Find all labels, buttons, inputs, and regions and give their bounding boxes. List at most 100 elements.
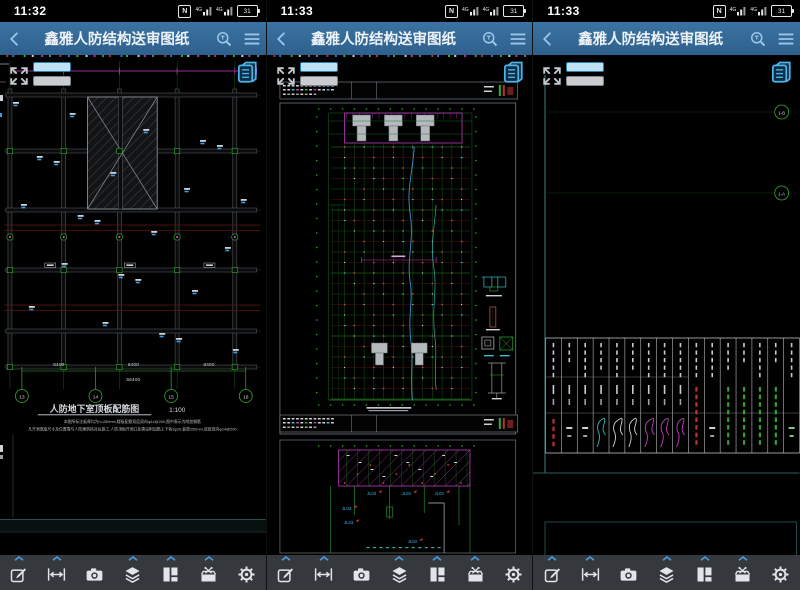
svg-text:人防地下室顶板配筋图: 人防地下室顶板配筋图 [50, 403, 139, 414]
signal-icon-sim2: 4G [750, 6, 767, 16]
inactive-sheet-bar[interactable] [566, 76, 604, 86]
settings-button[interactable] [494, 555, 532, 590]
layers-button[interactable] [114, 555, 152, 590]
detail-drawings [482, 277, 513, 399]
sheet-list-button[interactable] [233, 59, 261, 87]
layers-icon [656, 564, 677, 585]
camera-icon [84, 564, 105, 585]
svg-text:凡开洞宽度尺寸及位置需与人防建筑核对后施工,人防顶板开洞口处: 凡开洞宽度尺寸及位置需与人防建筑核对后施工,人防顶板开洞口处需设附加筋上下各2φ… [28, 426, 236, 431]
markup-button[interactable] [533, 555, 571, 590]
cad-drawing-pile-plan: JL03JL03JL03JL03JL03JL03 [267, 55, 533, 555]
blocks-icon [427, 564, 448, 585]
svg-text:14: 14 [93, 394, 99, 400]
sheet-list-button[interactable] [499, 59, 527, 87]
phone-panel-1: 11:32 N 4G 4G 31 鑫雅人防结构送审图纸 131415168400… [0, 0, 267, 590]
signal-icon-sim2: 4G [216, 6, 233, 16]
gear-icon [236, 564, 257, 585]
sheet-switcher[interactable] [33, 62, 71, 86]
measure-icon [46, 564, 67, 585]
sheet-switcher[interactable] [300, 62, 338, 86]
cad-drawing-roof-rebar-plan: 13 14 15 16 8400 8400 8400 56400 人防地下室顶板配筋图 1:100… [0, 55, 266, 555]
back-button[interactable] [267, 22, 297, 55]
toolbox-icon [732, 564, 753, 585]
status-bar: 11:33 N 4G 4G 31 [533, 0, 800, 22]
layout-button[interactable] [686, 555, 724, 590]
status-bar: 11:33 N 4G 4G 31 [267, 0, 533, 22]
signal-icon-sim1: 4G [195, 6, 212, 16]
svg-text:本图所标注板厚均为h=250mm,楼板配筋双层双向φ14@2: 本图所标注板厚均为h=250mm,楼板配筋双层双向φ14@200,图中表示为附加… [64, 419, 201, 424]
svg-text:1-B: 1-B [779, 110, 786, 115]
markup-button[interactable] [0, 555, 38, 590]
measure-button[interactable] [38, 555, 76, 590]
active-sheet-bar[interactable] [566, 62, 604, 72]
signal-icon-sim1: 4G [462, 6, 479, 16]
svg-text:8400: 8400 [203, 362, 214, 368]
toolbox-button[interactable] [190, 555, 228, 590]
phone-panel-3: 11:33 N 4G 4G 31 鑫雅人防结构送审图纸 1-B1-A [533, 0, 800, 590]
markup-button[interactable] [267, 555, 305, 590]
pencil-square-icon [8, 564, 29, 585]
navigation-bar: 鑫雅人防结构送审图纸 [267, 22, 533, 55]
bottom-toolbar [0, 555, 266, 590]
fullscreen-button[interactable] [275, 65, 297, 87]
svg-text:56400: 56400 [126, 377, 140, 383]
fullscreen-button[interactable] [8, 65, 30, 87]
battery-icon: 31 [503, 5, 524, 17]
svg-text:15: 15 [168, 394, 174, 400]
toolbox-button[interactable] [456, 555, 494, 590]
active-sheet-bar[interactable] [300, 62, 338, 72]
snapshot-button[interactable] [610, 555, 648, 590]
toolbox-button[interactable] [724, 555, 762, 590]
svg-text:13: 13 [19, 394, 25, 400]
active-sheet-bar[interactable] [33, 62, 71, 72]
battery-icon: 31 [237, 5, 258, 17]
drawing-canvas-2[interactable]: JL03JL03JL03JL03JL03JL03 [267, 55, 533, 555]
measure-icon [580, 564, 601, 585]
layout-button[interactable] [152, 555, 190, 590]
blocks-icon [694, 564, 715, 585]
fullscreen-button[interactable] [541, 65, 563, 87]
sheet-list-button[interactable] [767, 59, 795, 87]
settings-button[interactable] [228, 555, 266, 590]
inactive-sheet-bar[interactable] [33, 76, 71, 86]
navigation-bar: 鑫雅人防结构送审图纸 [533, 22, 800, 55]
svg-text:16: 16 [243, 394, 249, 400]
nfc-icon: N [713, 5, 726, 18]
svg-text:1:100: 1:100 [169, 407, 186, 414]
measure-icon [313, 564, 334, 585]
pencil-square-icon [542, 564, 563, 585]
drawing-canvas-1[interactable]: 13 14 15 16 8400 8400 8400 56400 人防地下室顶板配筋图 1:100… [0, 55, 266, 555]
search-icon[interactable] [476, 22, 504, 55]
svg-text:8400: 8400 [53, 362, 64, 368]
menu-icon[interactable] [238, 22, 266, 55]
layers-button[interactable] [381, 555, 419, 590]
svg-text:JL03: JL03 [342, 506, 352, 511]
snapshot-button[interactable] [76, 555, 114, 590]
clock: 11:33 [541, 4, 580, 18]
svg-text:JL03: JL03 [434, 491, 444, 496]
snapshot-button[interactable] [343, 555, 381, 590]
inactive-sheet-bar[interactable] [300, 76, 338, 86]
battery-icon: 31 [771, 5, 792, 17]
menu-icon[interactable] [504, 22, 532, 55]
settings-button[interactable] [762, 555, 800, 590]
drawing-canvas-3[interactable]: 1-B1-A [533, 55, 800, 555]
sheet-switcher[interactable] [566, 62, 604, 86]
layers-button[interactable] [648, 555, 686, 590]
blocks-icon [160, 564, 181, 585]
layout-button[interactable] [418, 555, 456, 590]
back-button[interactable] [533, 22, 563, 55]
page-title: 鑫雅人防结构送审图纸 [567, 28, 734, 49]
camera-icon [351, 564, 372, 585]
search-icon[interactable] [744, 22, 772, 55]
search-icon[interactable] [210, 22, 238, 55]
measure-button[interactable] [305, 555, 343, 590]
svg-text:JL03: JL03 [344, 520, 354, 525]
svg-text:8400: 8400 [128, 362, 139, 368]
back-button[interactable] [0, 22, 30, 55]
signal-icon-sim2: 4G [483, 6, 500, 16]
triple-screenshot-strip: 11:32 N 4G 4G 31 鑫雅人防结构送审图纸 131415168400… [0, 0, 800, 590]
menu-icon[interactable] [772, 22, 800, 55]
measure-button[interactable] [571, 555, 609, 590]
navigation-bar: 鑫雅人防结构送审图纸 [0, 22, 266, 55]
